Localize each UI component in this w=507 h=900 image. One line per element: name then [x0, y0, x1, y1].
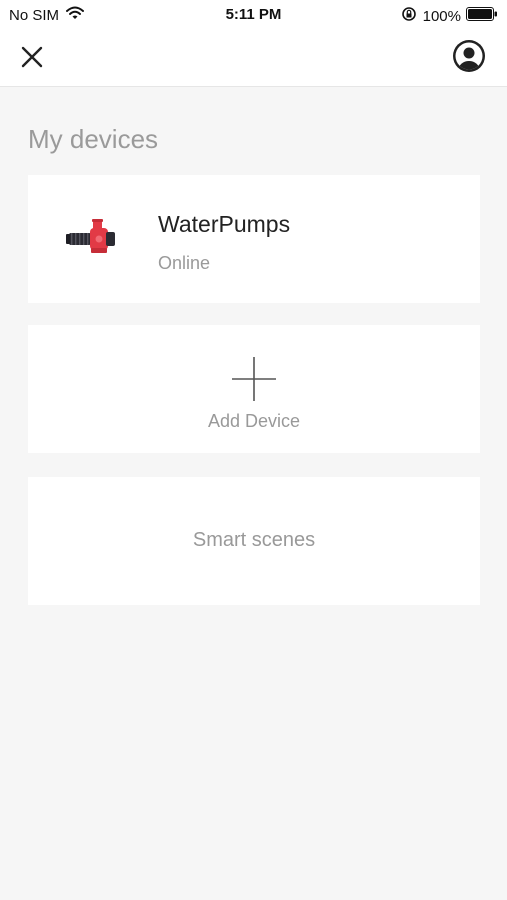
battery-icon [466, 7, 498, 25]
orientation-lock-icon [401, 6, 417, 26]
battery-percent: 100% [422, 7, 461, 25]
profile-button[interactable] [451, 39, 487, 78]
add-device-label: Add Device [207, 411, 301, 431]
plus-icon [232, 357, 276, 401]
add-device-button[interactable]: Add Device [28, 325, 480, 453]
status-right: 100% [401, 6, 498, 26]
smart-scenes-button[interactable]: Smart scenes [28, 477, 480, 605]
navigation-bar [0, 30, 507, 87]
status-bar: No SIM 5:11 PM 100% [0, 0, 507, 30]
close-icon [20, 45, 44, 74]
user-avatar-icon [452, 39, 486, 78]
device-card-waterpumps[interactable]: WaterPumps Online [28, 175, 480, 303]
close-button[interactable] [14, 41, 50, 77]
device-status: Online [158, 253, 211, 273]
device-name: WaterPumps [158, 211, 291, 237]
smart-scenes-label: Smart scenes [192, 529, 316, 551]
water-pump-image [66, 215, 120, 259]
section-title-my-devices: My devices [28, 124, 159, 154]
